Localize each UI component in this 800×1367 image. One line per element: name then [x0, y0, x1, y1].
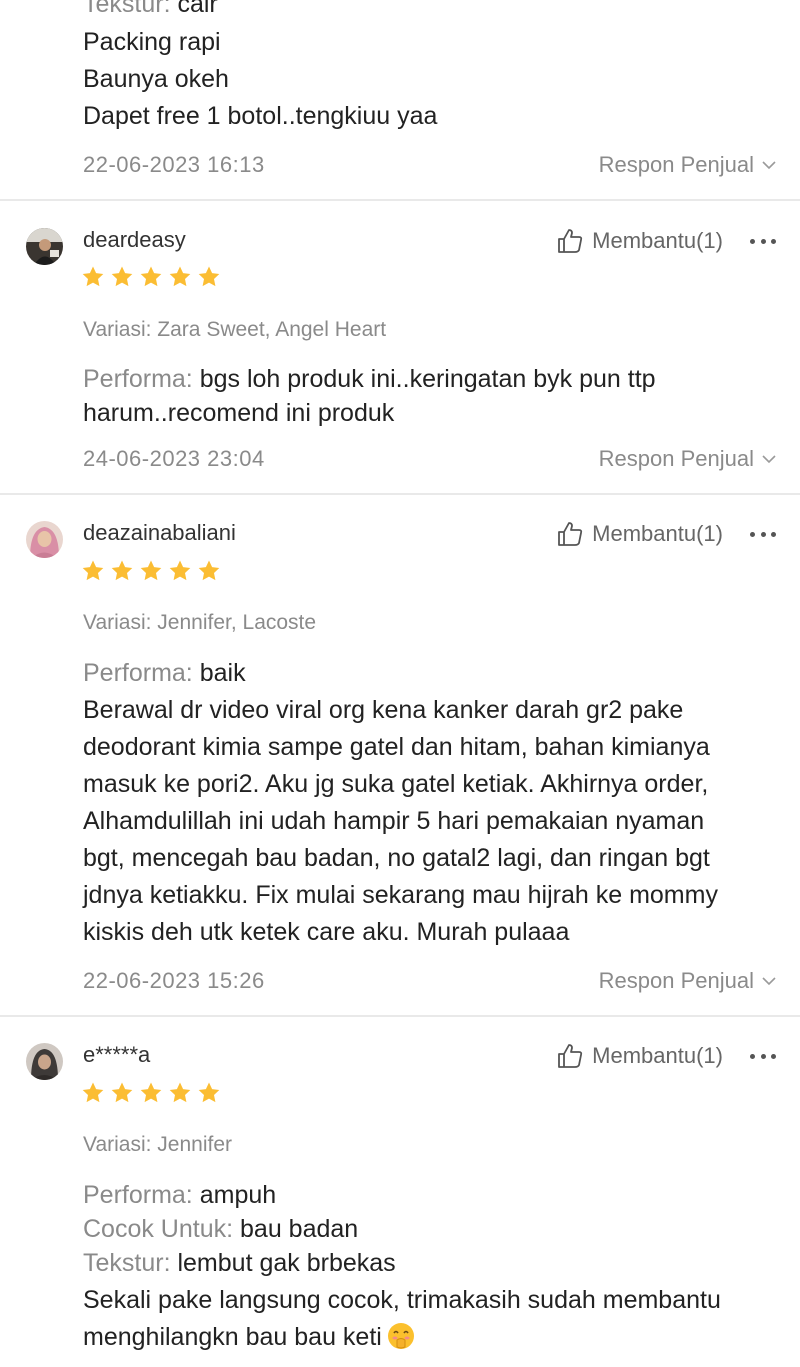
variant-info: Variasi: Jennifer, Lacoste: [83, 611, 317, 634]
variant-info: Variasi: Zara Sweet, Angel Heart: [83, 318, 387, 341]
review-text-line: Tekstur: lembut gak brbekas: [83, 1249, 396, 1277]
chevron-down-icon: [762, 455, 776, 464]
thumbs-up-icon: [558, 522, 583, 546]
reviewer-username: deardeasy: [83, 227, 186, 252]
reviewer-username: e*****a: [83, 1042, 151, 1067]
star-icon: [111, 266, 133, 287]
review-text-line: kiskis deh utk ketek care aku. Murah pul…: [83, 918, 570, 946]
seller-response-label: Respon Penjual: [598, 152, 754, 177]
star-icon: [198, 1082, 220, 1103]
star-icon: [140, 560, 162, 581]
review-card: deazainabaliani Membantu(1) Variasi: Jen…: [0, 495, 800, 1017]
review-text-line: masuk ke pori2. Aku jg suka gatel ketiak…: [83, 770, 709, 798]
review-card: deardeasy Membantu(1) Variasi: Zara Swee…: [0, 201, 800, 495]
review-text-line: Cocok Untuk: bau badan: [83, 1215, 359, 1243]
chevron-down-icon: [762, 161, 776, 170]
review-text-line: bgt, mencegah bau badan, no gatal2 lagi,…: [83, 844, 710, 872]
star-rating: [81, 265, 221, 289]
review-text-line: Alhamdulillah ini udah hampir 5 hari pem…: [83, 807, 705, 835]
review-text-line: Performa: baik: [83, 659, 246, 687]
star-icon: [198, 560, 220, 581]
helpful-button[interactable]: Membantu(1): [556, 227, 723, 255]
star-icon: [198, 266, 220, 287]
avatar[interactable]: [26, 521, 63, 558]
star-icon: [169, 266, 191, 287]
review-text-line: menghilangkn bau bau keti: [83, 1319, 416, 1356]
helpful-count: Membantu(1): [592, 228, 723, 253]
seller-response-toggle[interactable]: Respon Penjual: [599, 152, 776, 178]
star-icon: [82, 1082, 104, 1103]
star-icon: [111, 1082, 133, 1103]
more-options-icon[interactable]: [750, 236, 776, 246]
review-text-line: jdnya ketiakku. Fix mulai sekarang mau h…: [83, 881, 718, 909]
review-card: e*****a Membantu(1) Variasi: Jennifer Pe…: [0, 1017, 800, 1367]
helpful-button[interactable]: Membantu(1): [556, 520, 723, 548]
review-date: 24-06-2023 23:04: [83, 446, 265, 471]
avatar[interactable]: [26, 1043, 63, 1080]
star-icon: [82, 560, 104, 581]
seller-response-label: Respon Penjual: [598, 968, 754, 993]
variant-info: Variasi: Jennifer: [83, 1133, 233, 1156]
star-icon: [140, 1082, 162, 1103]
thumbs-up-icon: [558, 1044, 583, 1068]
helpful-count: Membantu(1): [592, 1043, 723, 1068]
review-text-line: Sekali pake langsung cocok, trimakasih s…: [83, 1286, 721, 1314]
helpful-count: Membantu(1): [592, 521, 723, 546]
review-date: 22-06-2023 15:26: [83, 968, 265, 993]
reviewer-username: deazainabaliani: [83, 520, 236, 545]
review-card: Tekstur: cair Packing rapi Baunya okeh D…: [0, 0, 800, 201]
thumbs-up-icon: [558, 229, 583, 253]
star-icon: [169, 560, 191, 581]
star-icon: [82, 266, 104, 287]
review-text-line: deodorant kimia sampe gatel dan hitam, b…: [83, 733, 710, 761]
review-text-line: Berawal dr video viral org kena kanker d…: [83, 696, 684, 724]
more-options-icon[interactable]: [750, 1051, 776, 1061]
review-date: 22-06-2023 16:13: [83, 152, 265, 177]
chevron-down-icon: [762, 977, 776, 986]
face-with-hand-over-mouth-icon: [387, 1323, 414, 1349]
helpful-button[interactable]: Membantu(1): [556, 1042, 723, 1070]
star-icon: [111, 560, 133, 581]
review-text-line: Baunya okeh: [83, 65, 229, 93]
star-rating: [81, 1081, 221, 1105]
review-text-line: Tekstur: cair: [83, 0, 218, 18]
review-text-line: Performa: bgs loh produk ini..keringatan…: [83, 365, 656, 393]
star-icon: [169, 1082, 191, 1103]
seller-response-toggle[interactable]: Respon Penjual: [599, 446, 776, 472]
review-text-line: harum..recomend ini produk: [83, 399, 395, 427]
review-text-line: Performa: ampuh: [83, 1181, 277, 1209]
avatar[interactable]: [26, 228, 63, 265]
seller-response-label: Respon Penjual: [598, 446, 754, 471]
review-text-line: Dapet free 1 botol..tengkiuu yaa: [83, 102, 438, 130]
review-text-line: Packing rapi: [83, 28, 221, 56]
more-options-icon[interactable]: [750, 529, 776, 539]
star-rating: [81, 559, 221, 583]
seller-response-toggle[interactable]: Respon Penjual: [599, 968, 776, 994]
star-icon: [140, 266, 162, 287]
